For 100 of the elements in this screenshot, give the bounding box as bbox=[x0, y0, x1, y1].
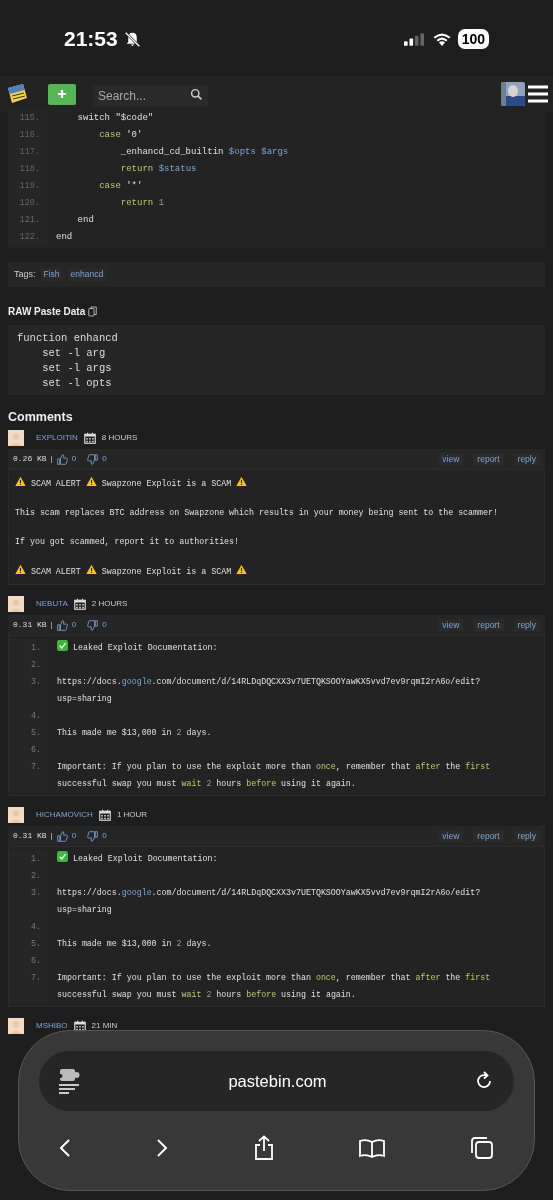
menu-icon[interactable] bbox=[528, 85, 548, 103]
thumbs-up-icon[interactable] bbox=[56, 619, 68, 631]
comment-action-button[interactable]: reply bbox=[513, 452, 540, 466]
comment-line: This made me $13,000 in 2 days. bbox=[56, 938, 213, 950]
copy-icon[interactable] bbox=[88, 305, 98, 317]
warning-icon bbox=[15, 476, 26, 487]
comment-action-button[interactable]: view bbox=[438, 618, 464, 632]
comment-line: This scam replaces BTC address on Swapzone which results in your money being sent to the scammer! bbox=[15, 507, 499, 519]
separator-text: | bbox=[50, 619, 53, 631]
search-field[interactable]: Search... bbox=[93, 85, 208, 107]
calendar-icon bbox=[73, 598, 86, 610]
comment-line: Important: If you plan to use the exploit more than once, remember that after the first successful swap you must wait 2 hours before using it again. bbox=[56, 972, 492, 1001]
back-icon[interactable] bbox=[59, 1138, 71, 1158]
reload-icon[interactable] bbox=[474, 1071, 494, 1091]
comment-time: 8 HOURS bbox=[101, 432, 138, 444]
thumbs-down-icon[interactable] bbox=[87, 619, 99, 631]
thumbs-down-icon[interactable] bbox=[87, 453, 99, 465]
address-bar[interactable]: pastebin.com bbox=[39, 1051, 514, 1111]
comment-time: 1 HOUR bbox=[116, 809, 148, 821]
status-time: 21:53 bbox=[64, 26, 118, 53]
thumbs-down-icon[interactable] bbox=[87, 830, 99, 842]
logo-icon[interactable] bbox=[5, 82, 29, 106]
warning-icon bbox=[85, 564, 97, 575]
avatar-icon bbox=[8, 596, 24, 612]
forward-icon[interactable] bbox=[156, 1138, 169, 1158]
raw-paste-title: RAW Paste Data bbox=[8, 304, 86, 319]
comment-action-button[interactable]: reply bbox=[513, 829, 540, 843]
comment-line: Leaked Exploit Documentation: bbox=[49, 850, 228, 867]
comment-size: 0.31 KB bbox=[13, 830, 47, 842]
tag-link[interactable]: Fish bbox=[40, 268, 63, 281]
comment-line: Leaked Exploit Documentation: bbox=[49, 639, 228, 656]
comment-line: If you got scammed, report it to authorities! bbox=[15, 536, 241, 548]
dislike-count: 0 bbox=[102, 830, 107, 842]
avatar-icon bbox=[8, 807, 24, 823]
signal-icon bbox=[403, 32, 424, 46]
check-icon bbox=[57, 640, 68, 651]
separator-text: | bbox=[50, 830, 53, 842]
comment-line: https://docs.google.com/document/d/14RLDqDQCXX3v7UETQKSOOYawKX5vvd7ev9rqmI2rA6o/edit? usp=sharing bbox=[56, 676, 482, 705]
warning-icon bbox=[15, 564, 26, 575]
code-line: switch "$code" bbox=[76, 112, 154, 125]
comment-line: This made me $13,000 in 2 days. bbox=[56, 727, 213, 739]
code-line: return 1 bbox=[119, 197, 165, 210]
comment-action-button[interactable]: report bbox=[473, 829, 504, 843]
comment-size: 0.26 KB bbox=[13, 453, 47, 465]
warning-icon bbox=[236, 476, 248, 487]
comment-author[interactable]: EXPLOITIN bbox=[36, 432, 78, 444]
comment-line: SCAM ALERT Swapzone Exploit is a SCAM bbox=[15, 564, 538, 578]
separator-text: | bbox=[50, 453, 53, 465]
code-line: return $status bbox=[119, 163, 197, 176]
new-paste-button[interactable] bbox=[48, 83, 76, 105]
raw-line: set -l arg bbox=[41, 346, 107, 361]
battery-indicator: 100 bbox=[457, 29, 489, 49]
reader-extension-icon[interactable] bbox=[59, 1068, 81, 1094]
like-count: 0 bbox=[71, 619, 77, 631]
share-icon[interactable] bbox=[253, 1135, 274, 1161]
wifi-icon bbox=[431, 32, 452, 46]
dislike-count: 0 bbox=[102, 453, 107, 465]
comment-action-button[interactable]: report bbox=[473, 618, 504, 632]
comment-line: https://docs.google.com/document/d/14RLDqDQCXX3v7UETQKSOOYawKX5vvd7ev9rqmI2rA6o/edit? usp=sharing bbox=[56, 887, 482, 916]
comments-title: Comments bbox=[8, 409, 74, 425]
plus-icon bbox=[57, 89, 67, 99]
comment-action-button[interactable]: view bbox=[438, 829, 464, 843]
comment-line: Important: If you plan to use the exploit more than once, remember that after the first successful swap you must wait 2 hours before using it again. bbox=[56, 761, 492, 790]
code-line: end bbox=[56, 231, 73, 244]
comment-size: 0.31 KB bbox=[13, 619, 47, 631]
search-icon[interactable] bbox=[190, 87, 203, 101]
thumbs-up-icon[interactable] bbox=[56, 453, 68, 465]
avatar-icon bbox=[8, 1018, 24, 1034]
comment-time: 2 HOURS bbox=[91, 598, 128, 610]
code-line: case '*' bbox=[98, 180, 143, 193]
tabs-icon[interactable] bbox=[470, 1136, 494, 1160]
url-text[interactable]: pastebin.com bbox=[81, 1068, 474, 1094]
raw-line: set -l args bbox=[41, 361, 113, 376]
thumbs-up-icon[interactable] bbox=[56, 830, 68, 842]
code-line: end bbox=[76, 214, 94, 227]
warning-icon bbox=[236, 564, 248, 575]
comment-time: 21 MIN bbox=[91, 1020, 118, 1032]
dislike-count: 0 bbox=[102, 619, 107, 631]
like-count: 0 bbox=[71, 453, 77, 465]
comment-action-button[interactable]: view bbox=[438, 452, 464, 466]
calendar-icon bbox=[73, 1020, 86, 1032]
like-count: 0 bbox=[71, 830, 77, 842]
comment-action-button[interactable]: report bbox=[473, 452, 504, 466]
raw-line: set -l opts bbox=[41, 376, 113, 391]
calendar-icon bbox=[98, 809, 111, 821]
code-line: _enhancd_cd_builtin $opts $args bbox=[119, 146, 289, 159]
comment-author[interactable]: NEBUTA bbox=[36, 598, 68, 610]
check-icon bbox=[57, 851, 68, 862]
tags-label: Tags: bbox=[14, 267, 36, 281]
calendar-icon bbox=[83, 432, 96, 444]
comment-action-button[interactable]: reply bbox=[513, 618, 540, 632]
tag-link[interactable]: enhancd bbox=[67, 268, 107, 281]
code-line: case '0' bbox=[98, 129, 143, 142]
avatar-icon bbox=[8, 430, 24, 446]
bell-slash-icon bbox=[123, 30, 141, 48]
comment-line: SCAM ALERT Swapzone Exploit is a SCAM bbox=[15, 476, 538, 490]
comment-author[interactable]: MSHIBO bbox=[36, 1020, 68, 1032]
bookmarks-icon[interactable] bbox=[358, 1138, 385, 1158]
comment-author[interactable]: HICHAMOVICH bbox=[36, 809, 93, 821]
warning-icon bbox=[85, 476, 97, 487]
